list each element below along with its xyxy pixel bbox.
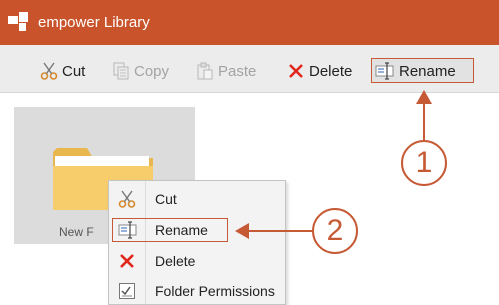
x-icon [120,254,134,268]
context-menu-label: Cut [155,191,177,207]
delete-label: Delete [309,62,353,80]
context-menu-item-rename[interactable]: Rename [109,216,285,244]
scissors-icon [40,62,58,80]
folder-label: New F [59,225,94,239]
paste-icon [197,62,213,80]
context-menu-label: Rename [155,222,208,238]
rename-button[interactable]: Rename [375,60,456,82]
rename-icon [118,221,137,239]
callout-1: 1 [401,140,447,186]
context-menu-item-delete[interactable]: Delete [109,247,285,275]
rename-label: Rename [399,62,456,80]
context-menu: Cut Rename Delete Folder Permissions [108,180,286,305]
callout-2: 2 [312,208,358,254]
context-menu-item-folder-permissions[interactable]: Folder Permissions [109,277,285,305]
context-menu-label: Folder Permissions [155,283,275,299]
context-menu-label: Delete [155,253,196,269]
x-icon [289,64,303,78]
context-menu-item-cut[interactable]: Cut [109,185,285,213]
cut-button[interactable]: Cut [40,60,85,82]
rename-icon [375,62,394,80]
copy-icon [113,62,129,80]
app-title: empower Library [38,14,150,31]
copy-label: Copy [134,62,170,80]
paste-label: Paste [218,62,257,80]
delete-button[interactable]: Delete [287,60,352,82]
checklist-icon [119,283,135,299]
scissors-icon [118,190,136,208]
empower-logo-icon [8,12,28,31]
title-bar: empower Library [0,0,499,45]
toolbar: Cut Copy Paste Delete Rename [0,45,499,93]
paste-button[interactable]: Paste [196,60,256,82]
copy-button[interactable]: Copy [112,60,169,82]
cut-label: Cut [62,62,86,80]
